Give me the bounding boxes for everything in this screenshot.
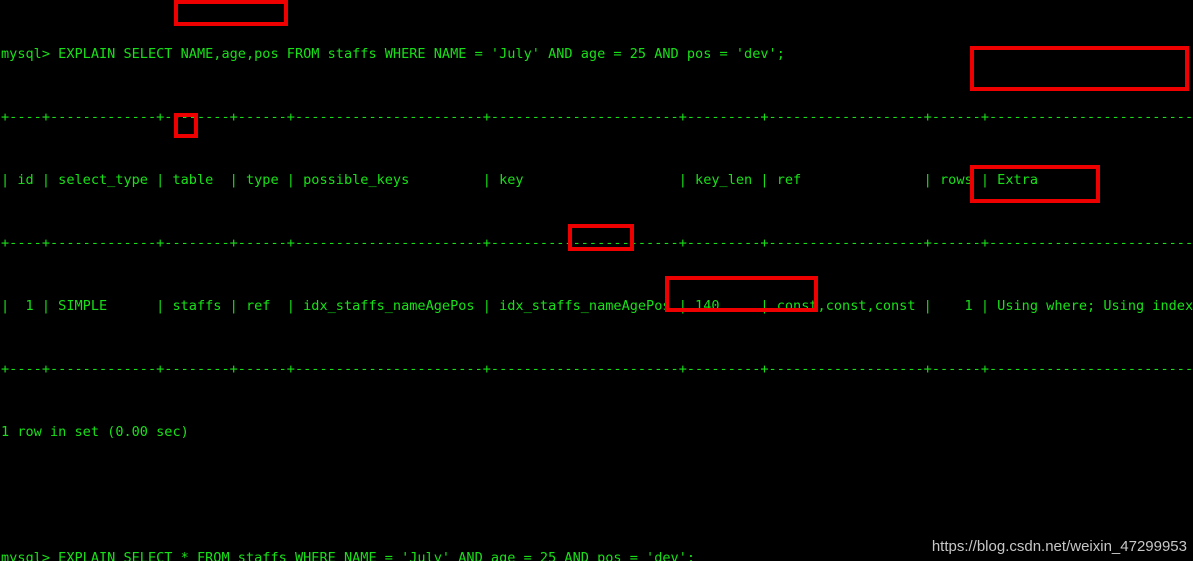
terminal-line: | 1 | SIMPLE | staffs | ref | idx_staffs… xyxy=(1,298,1193,314)
terminal-line: +----+-------------+--------+------+----… xyxy=(1,235,1193,251)
terminal-output[interactable]: mysql> EXPLAIN SELECT NAME,age,pos FROM … xyxy=(1,2,1193,561)
terminal-line: mysql> EXPLAIN SELECT NAME,age,pos FROM … xyxy=(1,46,785,62)
mysql-terminal-window: mysql> EXPLAIN SELECT NAME,age,pos FROM … xyxy=(0,0,1193,561)
watermark-url: https://blog.csdn.net/weixin_47299953 xyxy=(931,538,1187,555)
terminal-line: +----+-------------+--------+------+----… xyxy=(1,361,1193,377)
terminal-line: | id | select_type | table | type | poss… xyxy=(1,172,1193,188)
terminal-line: +----+-------------+--------+------+----… xyxy=(1,109,1193,125)
terminal-line: 1 row in set (0.00 sec) xyxy=(1,424,189,440)
